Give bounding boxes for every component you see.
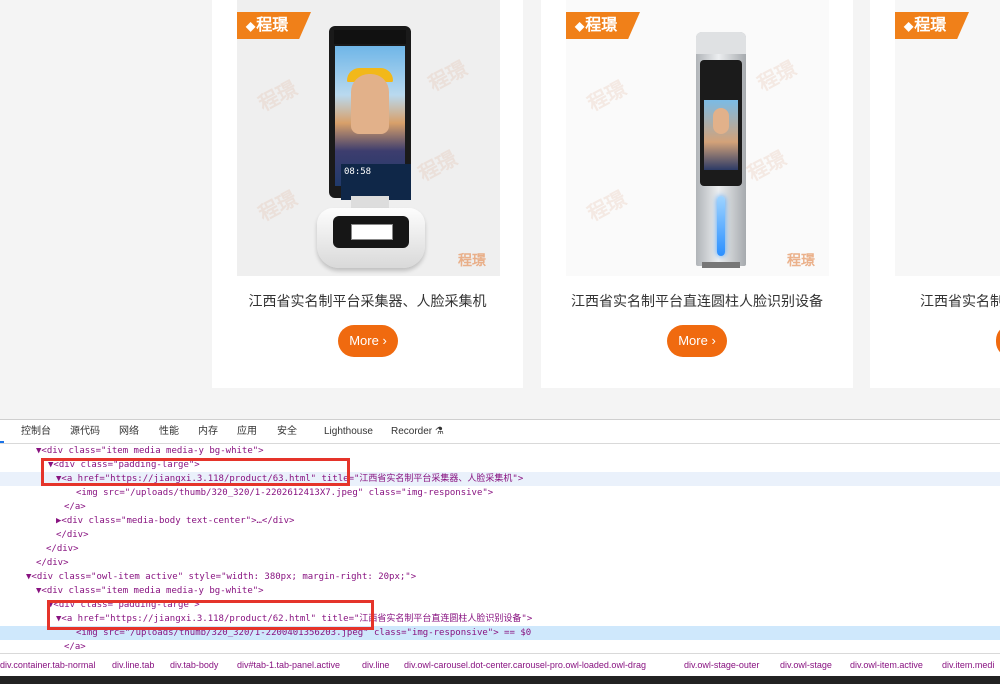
watermark: 程璟 <box>255 77 301 116</box>
flask-icon: ⚗ <box>434 426 444 437</box>
tab-memory[interactable]: 内存 <box>198 420 218 443</box>
brand-name: 程璟 <box>256 17 289 34</box>
breadcrumb-item[interactable]: div.owl-carousel.dot-center.carousel-pro… <box>404 654 646 676</box>
dom-node[interactable]: ▶<div class="media-body text-center">…</… <box>0 514 1000 528</box>
more-button-3[interactable] <box>996 325 1000 357</box>
product-image-3[interactable]: ◆程璟 <box>895 0 1000 276</box>
watermark: 程璟 <box>754 57 800 96</box>
breadcrumb: div.container.tab-normal div.line.tab di… <box>0 653 1000 676</box>
brand-watermark: 程璟 <box>458 252 486 268</box>
brand-name: 程璟 <box>585 17 618 34</box>
tab-recorder-label: Recorder <box>391 426 433 437</box>
breadcrumb-item[interactable]: div.line.tab <box>112 654 154 676</box>
product-title-3[interactable]: 江西省实名制 <box>920 291 1000 311</box>
dom-node-owl-item[interactable]: ▼<div class="owl-item active" style="wid… <box>0 570 1000 584</box>
product-card-3: ◆程璟 江西省实名制 <box>870 0 1000 388</box>
dom-node[interactable]: </div> <box>0 556 1000 570</box>
breadcrumb-item[interactable]: div#tab-1.tab-panel.active <box>237 654 340 676</box>
dom-node[interactable]: ▼<div class="item media media-y bg-white… <box>0 444 1000 458</box>
dom-node-img[interactable]: <img src="/uploads/thumb/320_320/1-22026… <box>0 486 1000 500</box>
watermark: 程璟 <box>255 187 301 226</box>
watermark: 程璟 <box>425 57 471 96</box>
product-card-1: 程璟 程璟 程璟 程璟 ◆程璟 08:58 程璟 江西省实名制平台采集器、人脸采… <box>212 0 523 388</box>
product-title-1[interactable]: 江西省实名制平台采集器、人脸采集机 <box>212 291 523 311</box>
dom-node[interactable]: </a> <box>0 640 1000 654</box>
product-carousel: 程璟 程璟 程璟 程璟 ◆程璟 08:58 程璟 江西省实名制平台采集器、人脸采… <box>0 0 1000 419</box>
watermark: 程璟 <box>584 77 630 116</box>
tab-network[interactable]: 网络 <box>119 420 139 443</box>
brand-name: 程璟 <box>914 17 947 34</box>
tab-performance[interactable]: 性能 <box>159 420 179 443</box>
more-button-1[interactable]: More › <box>338 325 398 357</box>
breadcrumb-item[interactable]: div.line <box>362 654 389 676</box>
column-face-recognition-device <box>696 32 746 266</box>
breadcrumb-item[interactable]: div.owl-stage <box>780 654 832 676</box>
watermark: 程璟 <box>744 147 790 186</box>
tab-security[interactable]: 安全 <box>277 420 297 443</box>
face-terminal-device: 08:58 <box>329 26 411 200</box>
annotation-box-1 <box>41 458 350 486</box>
product-title-2[interactable]: 江西省实名制平台直连圆柱人脸识别设备 <box>541 291 853 311</box>
brand-logo: ◆程璟 <box>237 12 311 39</box>
product-image-1[interactable]: 程璟 程璟 程璟 程璟 ◆程璟 08:58 程璟 <box>237 0 500 276</box>
product-image-2[interactable]: 程璟 程璟 程璟 程璟 ◆程璟 程璟 <box>566 0 829 276</box>
tab-sources[interactable]: 源代码 <box>70 420 100 443</box>
breadcrumb-item[interactable]: div.owl-item.active <box>850 654 923 676</box>
breadcrumb-item[interactable]: div.tab-body <box>170 654 218 676</box>
more-button-2[interactable]: More › <box>667 325 727 357</box>
tab-elements[interactable] <box>0 420 4 443</box>
dom-node[interactable]: </a> <box>0 500 1000 514</box>
product-card-2: 程璟 程璟 程璟 程璟 ◆程璟 程璟 江西省实名制平台直连圆柱人脸识别设备 Mo… <box>541 0 853 388</box>
dom-node[interactable]: </div> <box>0 542 1000 556</box>
tab-application[interactable]: 应用 <box>237 420 257 443</box>
dom-node[interactable]: </div> <box>0 528 1000 542</box>
breadcrumb-item[interactable]: div.owl-stage-outer <box>684 654 759 676</box>
tab-recorder[interactable]: Recorder ⚗ <box>391 420 444 443</box>
annotation-box-2 <box>47 600 374 630</box>
brand-watermark: 程璟 <box>787 252 815 268</box>
watermark: 程璟 <box>415 147 461 186</box>
tab-lighthouse[interactable]: Lighthouse <box>324 420 373 443</box>
tab-console[interactable]: 控制台 <box>21 420 51 443</box>
brand-logo: ◆程璟 <box>566 12 640 39</box>
breadcrumb-item[interactable]: div.container.tab-normal <box>0 654 95 676</box>
devtools-tabbar: 控制台 源代码 网络 性能 内存 应用 安全 Lighthouse Record… <box>0 420 1000 444</box>
brand-logo: ◆程璟 <box>895 12 969 39</box>
devtools-panel: 控制台 源代码 网络 性能 内存 应用 安全 Lighthouse Record… <box>0 419 1000 684</box>
breadcrumb-item[interactable]: div.item.medi <box>942 654 994 676</box>
device-time: 08:58 <box>341 164 411 200</box>
dom-node[interactable]: ▼<div class="item media media-y bg-white… <box>0 584 1000 598</box>
watermark: 程璟 <box>584 187 630 226</box>
